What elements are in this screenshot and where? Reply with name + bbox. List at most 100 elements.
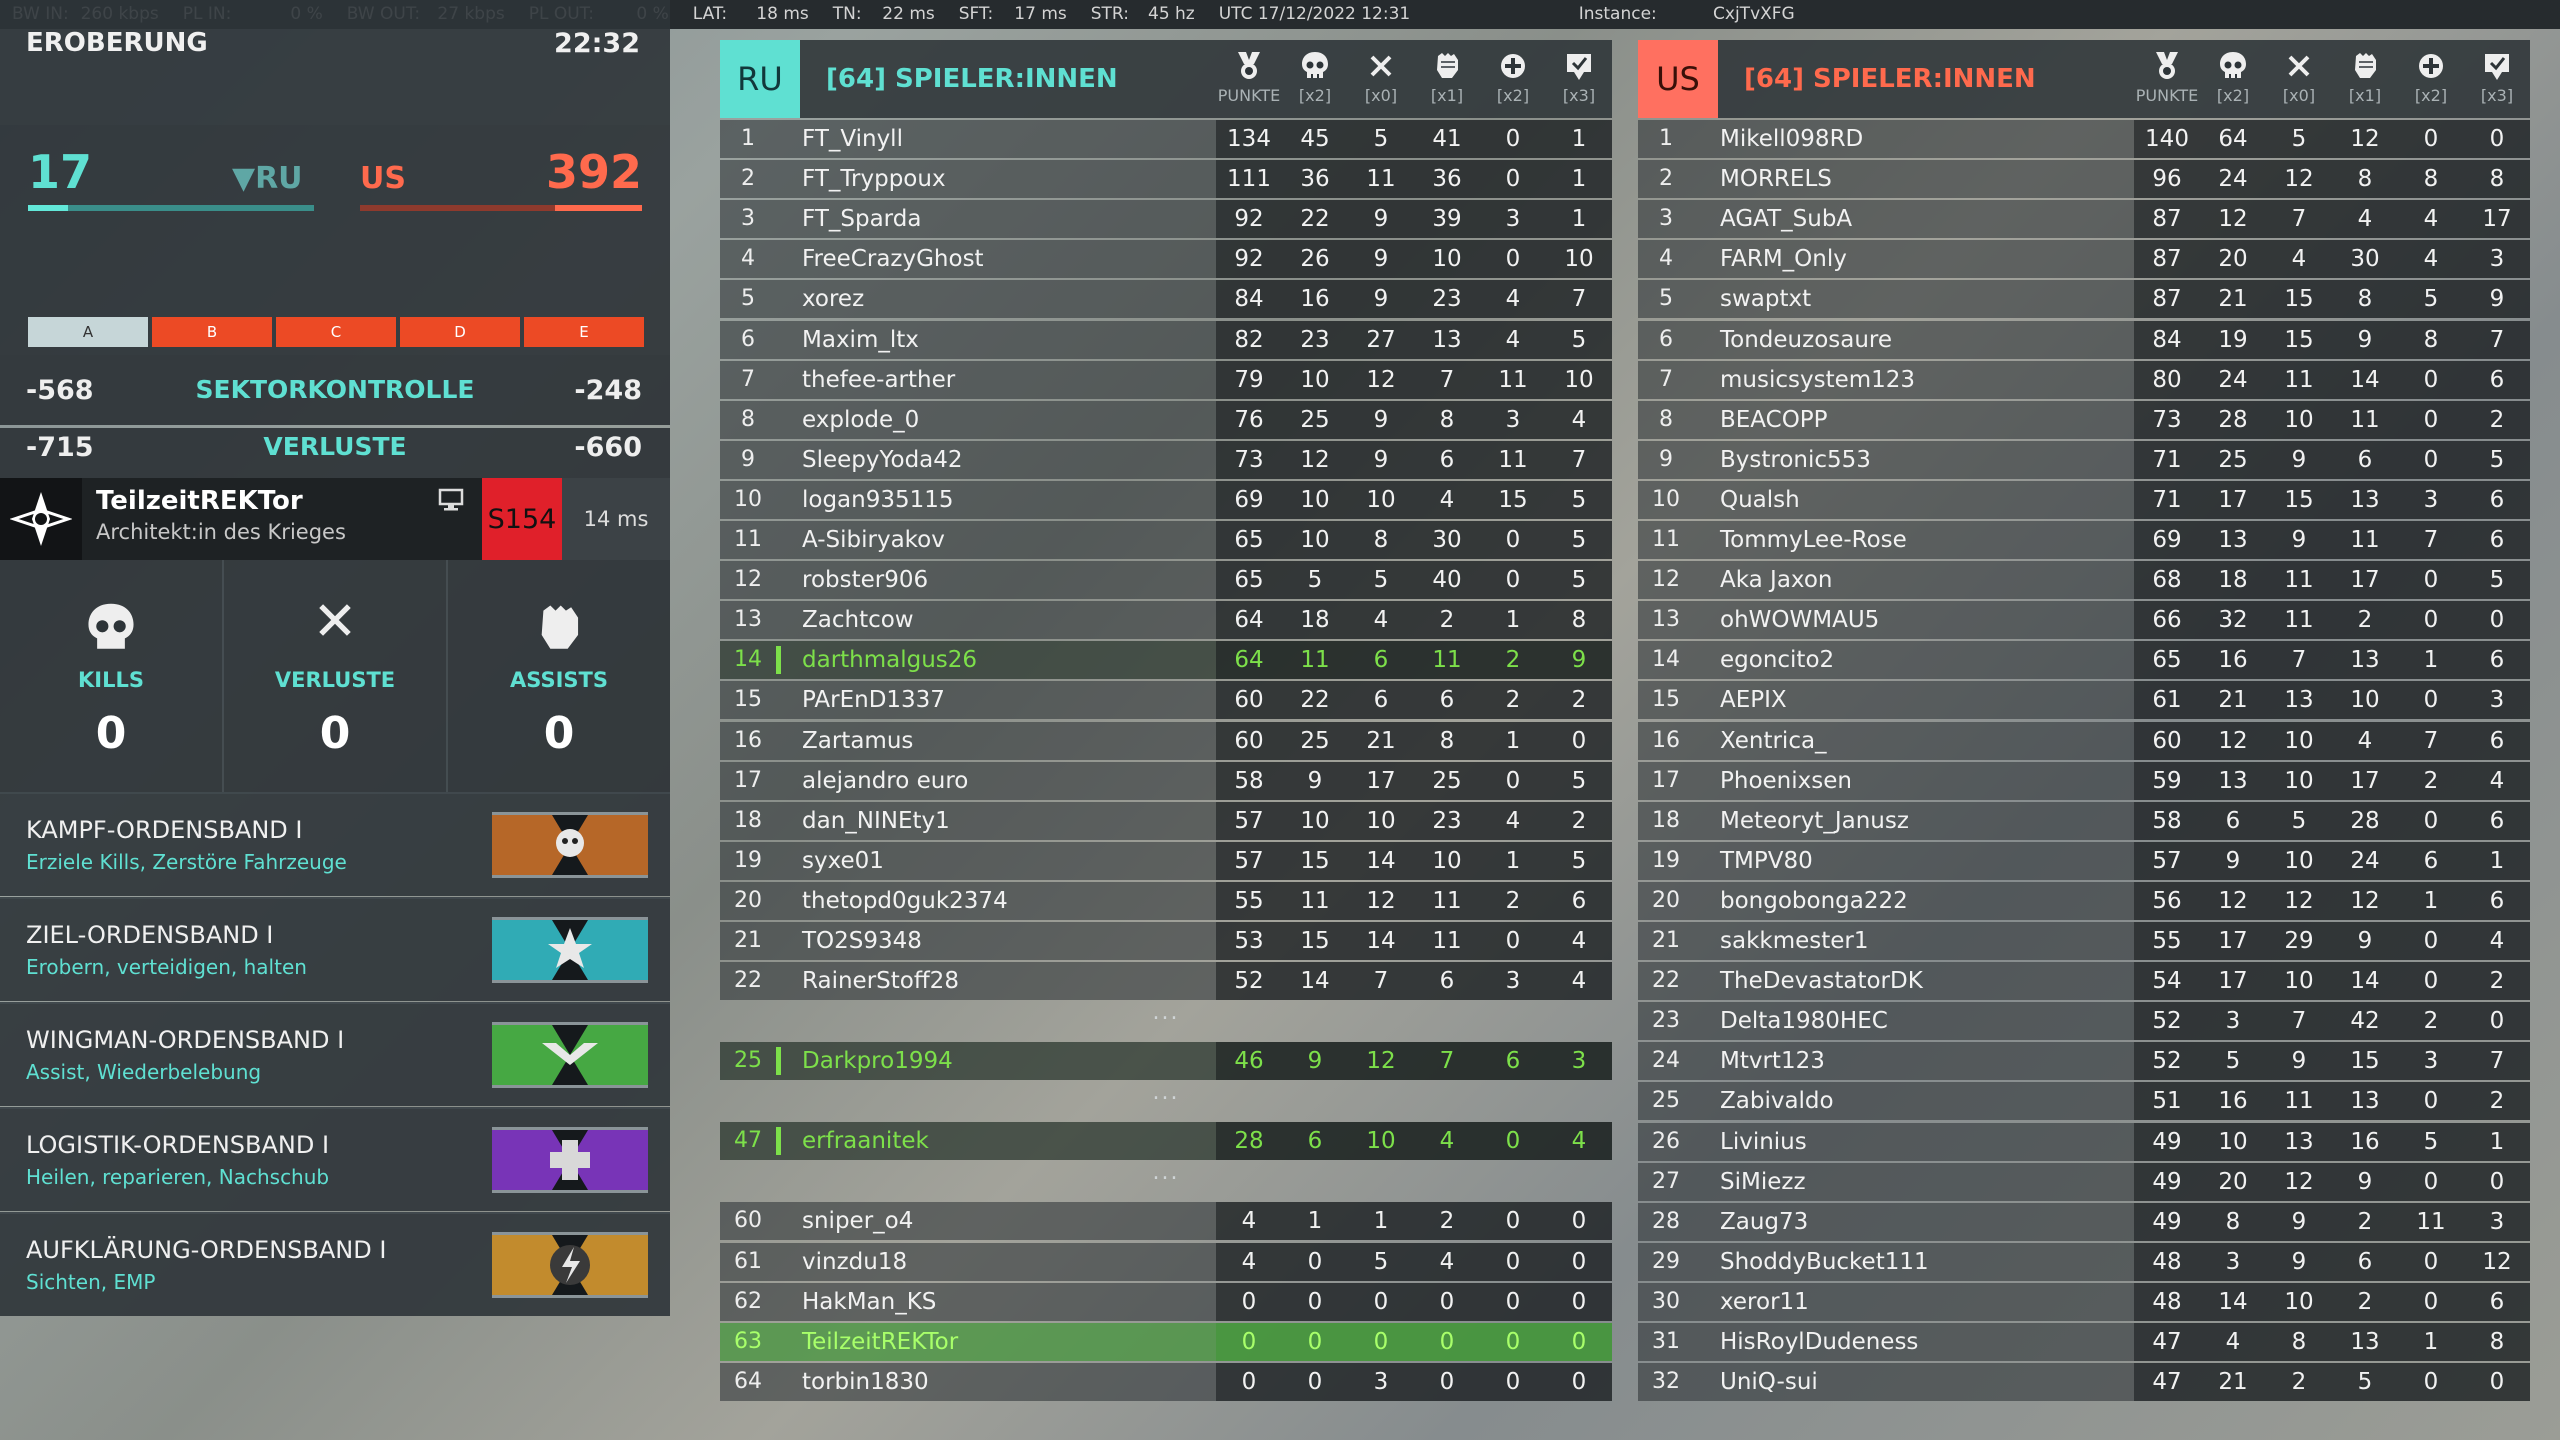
ribbon-3[interactable]: WINGMAN-ORDENSBAND I Assist, Wiederbelebu… <box>0 1002 670 1106</box>
stat-skull: 19 <box>2218 326 2248 353</box>
ribbon-2[interactable]: ZIEL-ORDENSBAND I Erobern, verteidigen, h… <box>0 897 670 1001</box>
table-row[interactable]: 20 bongobonga222 56 12 12 12 1 6 <box>1638 881 2530 920</box>
stat-objective: 4 <box>2489 767 2505 794</box>
stat-objective: 0 <box>2489 1369 2505 1396</box>
column-cross[interactable]: [x0] <box>2266 46 2332 105</box>
table-row[interactable]: 17 Phoenixsen 59 13 10 17 2 4 <box>1638 761 2530 800</box>
column-skull[interactable]: [x2] <box>1282 46 1348 105</box>
table-row[interactable]: 60 sniper_o4 4 1 1 2 0 0 <box>720 1202 1612 1241</box>
table-row[interactable]: 32 UniQ-sui 47 21 2 5 0 0 <box>1638 1363 2530 1402</box>
team-ru-title: [64] SPIELER:INNEN <box>826 64 1118 94</box>
column-revive[interactable]: [x2] <box>1480 46 1546 105</box>
table-row[interactable]: 3 FT_Sparda 92 22 9 39 3 1 <box>720 200 1612 239</box>
stat-skull: 5 <box>2225 1048 2241 1075</box>
table-row[interactable]: 9 SleepyYoda42 73 12 9 6 11 7 <box>720 440 1612 479</box>
table-row[interactable]: 25 Zabivaldo 51 16 11 13 0 2 <box>1638 1082 2530 1121</box>
table-row[interactable]: 6 Maxim_ltx 82 23 27 13 4 5 <box>720 320 1612 359</box>
table-row[interactable]: 13 Zachtcow 64 18 4 2 1 8 <box>720 601 1612 640</box>
table-row[interactable]: 3 AGAT_SubA 87 12 7 4 4 17 <box>1638 200 2530 239</box>
table-row[interactable]: 18 Meteoryt_Janusz 58 6 5 28 0 6 <box>1638 801 2530 840</box>
column-cross[interactable]: [x0] <box>1348 46 1414 105</box>
column-fist[interactable]: [x1] <box>1414 46 1480 105</box>
team-ru-header: RU [64] SPIELER:INNEN PUNKTE [x2] [x0] [x1]… <box>720 40 1612 118</box>
table-row[interactable]: 4 FARM_Only 87 20 4 30 4 3 <box>1638 240 2530 279</box>
table-row[interactable]: 62 HakMan_KS 0 0 0 0 0 0 <box>720 1282 1612 1321</box>
table-row[interactable]: 19 syxe01 57 15 14 10 1 5 <box>720 841 1612 880</box>
player-card[interactable]: TeilzeitREKTor Architekt:in des Krieges … <box>0 478 670 560</box>
table-row[interactable]: 23 Delta1980HEC 52 3 7 42 2 0 <box>1638 1002 2530 1041</box>
table-row[interactable]: 30 xeror11 48 14 10 2 0 6 <box>1638 1282 2530 1321</box>
table-row[interactable]: 2 MORRELS 96 24 12 8 8 8 <box>1638 160 2530 199</box>
table-row[interactable]: 7 musicsystem123 80 24 11 14 0 6 <box>1638 360 2530 399</box>
table-row[interactable]: 47 erfraanitek 28 6 10 4 0 4 <box>720 1122 1612 1161</box>
row-rank: 22 <box>734 968 762 994</box>
table-row[interactable]: 5 swaptxt 87 21 15 8 5 9 <box>1638 280 2530 319</box>
table-row[interactable]: 10 logan935115 69 10 10 4 15 5 <box>720 480 1612 519</box>
table-row[interactable]: 14 egoncito2 65 16 7 13 1 6 <box>1638 641 2530 680</box>
table-row[interactable]: 19 TMPV80 57 9 10 24 6 1 <box>1638 841 2530 880</box>
table-row[interactable]: 64 torbin1830 0 0 3 0 0 0 <box>720 1362 1612 1401</box>
table-row[interactable]: 9 Bystronic553 71 25 9 6 0 5 <box>1638 440 2530 479</box>
stat-revive: 0 <box>2423 406 2439 433</box>
table-row[interactable]: 26 Livinius 49 10 13 16 5 1 <box>1638 1122 2530 1161</box>
table-row[interactable]: 61 vinzdu18 4 0 5 4 0 0 <box>720 1242 1612 1281</box>
table-row[interactable]: 13 ohWOWMAU5 66 32 11 2 0 0 <box>1638 601 2530 640</box>
table-row[interactable]: 14 darthmalgus26 64 11 6 11 2 9 <box>720 641 1612 680</box>
column-revive[interactable]: [x2] <box>2398 46 2464 105</box>
column-label: [x3] <box>2480 86 2514 105</box>
table-row[interactable]: 7 thefee-arther 79 10 12 7 11 10 <box>720 360 1612 399</box>
table-row[interactable]: 17 alejandro euro 58 9 17 25 0 5 <box>720 761 1612 800</box>
table-row[interactable]: 15 PArEnD1337 60 22 6 6 2 2 <box>720 681 1612 720</box>
table-row[interactable]: 2 FT_Tryppoux 111 36 11 36 0 1 <box>720 160 1612 199</box>
table-row[interactable]: 10 Qualsh 71 17 15 13 3 6 <box>1638 480 2530 519</box>
table-row[interactable]: 24 Mtvrt123 52 5 9 15 3 7 <box>1638 1042 2530 1081</box>
ribbon-5[interactable]: AUFKLÄRUNG-ORDENSBAND I Sichten, EMP <box>0 1212 670 1316</box>
table-row[interactable]: 12 Aka Jaxon 68 18 11 17 0 5 <box>1638 561 2530 600</box>
table-row[interactable]: 1 FT_Vinyll 134 45 5 41 0 1 <box>720 120 1612 158</box>
stat-revive: 0 <box>1505 767 1521 794</box>
table-row[interactable]: 18 dan_NINEty1 57 10 10 23 4 2 <box>720 801 1612 840</box>
table-row[interactable]: 4 FreeCrazyGhost 92 26 9 10 0 10 <box>720 240 1612 279</box>
column-skull[interactable]: [x2] <box>2200 46 2266 105</box>
table-row[interactable]: 12 robster906 65 5 5 40 0 5 <box>720 561 1612 600</box>
stat-fist: 39 <box>1432 206 1462 233</box>
table-row[interactable]: 21 TO2S9348 53 15 14 11 0 4 <box>720 922 1612 960</box>
table-row[interactable]: 1 Mikell098RD 140 64 5 12 0 0 <box>1638 120 2530 158</box>
table-row[interactable]: 31 HisRoylDudeness 47 4 8 13 1 8 <box>1638 1323 2530 1361</box>
table-row[interactable]: 15 AEPIX 61 21 13 10 0 3 <box>1638 681 2530 720</box>
table-row[interactable]: 8 explode_0 76 25 9 8 3 4 <box>720 400 1612 439</box>
team-us-code: US <box>1638 40 1718 118</box>
table-row[interactable]: 25 Darkpro1994 46 9 12 7 6 3 <box>720 1042 1612 1081</box>
table-row[interactable]: 21 sakkmester1 55 17 29 9 0 4 <box>1638 922 2530 960</box>
table-row[interactable]: 28 Zaug73 49 8 9 2 11 3 <box>1638 1202 2530 1241</box>
stat-objective: 5 <box>1571 486 1587 513</box>
column-objective[interactable]: [x3] <box>1546 46 1612 105</box>
table-row[interactable]: 22 TheDevastatorDK 54 17 10 14 0 2 <box>1638 962 2530 1001</box>
table-row[interactable]: 29 ShoddyBucket111 48 3 9 6 0 12 <box>1638 1242 2530 1281</box>
row-rank: 16 <box>1652 727 1680 753</box>
table-row[interactable]: 11 A-Sibiryakov 65 10 8 30 0 5 <box>720 521 1612 559</box>
stat-revive: 0 <box>2423 807 2439 834</box>
table-row[interactable]: 6 Tondeuzosaure 84 19 15 9 8 7 <box>1638 320 2530 359</box>
table-row[interactable]: 27 SiMiezz 49 20 12 9 0 0 <box>1638 1162 2530 1201</box>
player-name: xeror11 <box>1720 1288 1809 1315</box>
stat-fist: 4 <box>1439 1248 1455 1275</box>
table-row[interactable]: 11 TommyLee-Rose 69 13 9 11 7 6 <box>1638 521 2530 559</box>
us-ticket-score: 392 <box>545 145 642 199</box>
ribbon-1[interactable]: KAMPF-ORDENSBAND I Erziele Kills, Zerstör… <box>0 792 670 896</box>
table-row[interactable]: 8 BEACOPP 73 28 10 11 0 2 <box>1638 400 2530 439</box>
table-row[interactable]: 16 Zartamus 60 25 21 8 1 0 <box>720 721 1612 760</box>
ribbon-4[interactable]: LOGISTIK-ORDENSBAND I Heilen, reparieren,… <box>0 1107 670 1211</box>
column-fist[interactable]: [x1] <box>2332 46 2398 105</box>
table-row[interactable]: 22 RainerStoff28 52 14 7 6 3 4 <box>720 962 1612 1001</box>
column-objective[interactable]: [x3] <box>2464 46 2530 105</box>
column-medal[interactable]: PUNKTE <box>2134 46 2200 105</box>
stat-cross: 12 <box>2284 887 2314 914</box>
table-row[interactable]: 16 Xentrica_ 60 12 10 4 7 6 <box>1638 721 2530 760</box>
table-row[interactable]: 63 TeilzeitREKTor 0 0 0 0 0 0 <box>720 1322 1612 1361</box>
stat-fist: 9 <box>2357 1168 2373 1195</box>
column-medal[interactable]: PUNKTE <box>1216 46 1282 105</box>
table-row[interactable]: 20 thetopd0guk2374 55 11 12 11 2 6 <box>720 881 1612 920</box>
table-row[interactable]: 5 xorez 84 16 9 23 4 7 <box>720 280 1612 319</box>
stat-fist: 28 <box>2350 807 2380 834</box>
